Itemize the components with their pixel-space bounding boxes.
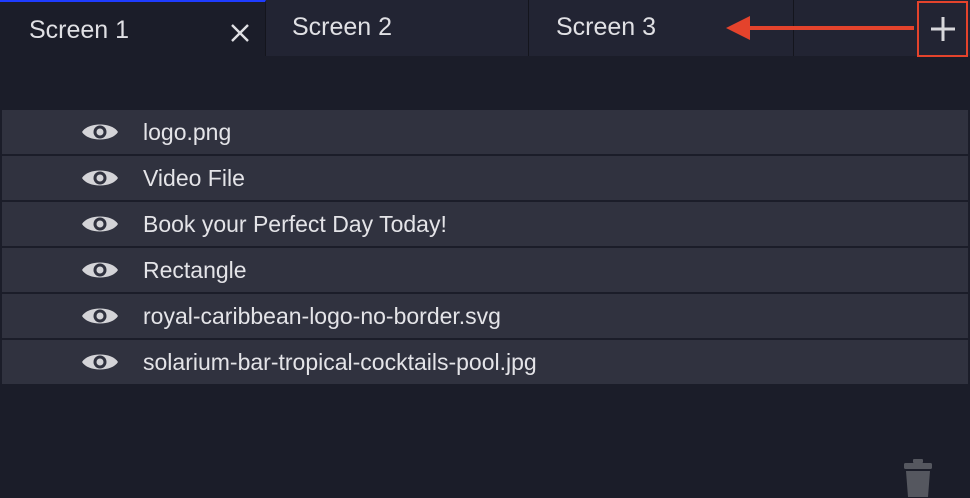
list-item[interactable]: Rectangle [2,248,968,294]
left-arrow-icon [726,16,914,40]
eye-icon[interactable] [81,304,119,328]
list-item[interactable]: Book your Perfect Day Today! [2,202,968,248]
eye-icon[interactable] [81,120,119,144]
tab-label: Screen 1 [29,15,130,44]
layer-name: solarium-bar-tropical-cocktails-pool.jpg [143,349,537,375]
tab-screen-2[interactable]: Screen 2 [266,0,529,56]
list-item[interactable]: Video File [2,156,968,202]
eye-icon[interactable] [81,166,119,190]
eye-icon[interactable] [81,212,119,236]
layer-name: royal-caribbean-logo-no-border.svg [143,303,501,329]
eye-icon[interactable] [81,350,119,374]
close-icon[interactable] [229,22,251,44]
trash-icon[interactable] [903,459,933,497]
tab-label: Screen 2 [292,12,393,41]
list-item[interactable]: logo.png [2,110,968,156]
eye-icon[interactable] [81,258,119,282]
plus-icon [931,17,955,41]
tab-label: Screen 3 [556,12,657,41]
list-item[interactable]: royal-caribbean-logo-no-border.svg [2,294,968,340]
layer-name: Video File [143,165,245,191]
layer-name: logo.png [143,119,232,145]
add-screen-button[interactable] [917,1,968,57]
layer-name: Rectangle [143,257,247,283]
tab-screen-1[interactable]: Screen 1 [0,0,266,56]
layer-name: Book your Perfect Day Today! [143,211,447,237]
layer-list: logo.png Video File Book your Perfect Da… [2,110,968,386]
list-item[interactable]: solarium-bar-tropical-cocktails-pool.jpg [2,340,968,386]
